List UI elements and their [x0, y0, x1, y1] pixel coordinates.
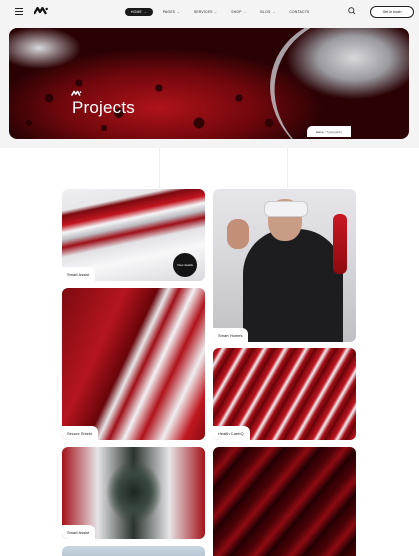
- project-card[interactable]: Secure Shield: [62, 288, 205, 440]
- breadcrumb: Home / Typography: [307, 126, 351, 137]
- project-image-person: [243, 229, 343, 342]
- get-in-touch-button[interactable]: Get in touch: [370, 6, 414, 18]
- project-card[interactable]: Smart Assist: [62, 447, 205, 539]
- view-details-button[interactable]: View details: [173, 253, 197, 277]
- project-title[interactable]: Health CareIQ: [213, 426, 250, 440]
- hero-logo-icon: [71, 90, 82, 96]
- project-card[interactable]: Health CareIQ: [213, 348, 356, 440]
- nav-blog[interactable]: BLOG ⌄: [256, 8, 279, 16]
- project-card[interactable]: Smart Homes: [213, 189, 356, 342]
- page-title: Projects: [72, 98, 136, 117]
- project-card[interactable]: [213, 447, 356, 556]
- breadcrumb-current: Typography: [326, 129, 343, 134]
- project-image-hand: [227, 219, 249, 249]
- nav-services[interactable]: SERVICES ⌄: [190, 8, 221, 16]
- logo-icon[interactable]: [34, 6, 48, 16]
- main-nav: HOME ⌄ PAGES ⌄ SERVICES ⌄ SHOP ⌄ BLOG ⌄ CONTA…: [125, 8, 313, 16]
- project-title[interactable]: Smart Assist: [62, 267, 96, 281]
- grid-guide: [159, 148, 160, 188]
- vr-controller: [333, 214, 347, 274]
- projects-page: HOME ⌄ PAGES ⌄ SERVICES ⌄ SHOP ⌄ BLOG ⌄ CONTA…: [0, 0, 419, 556]
- breadcrumb-separator: /: [324, 129, 326, 134]
- project-card[interactable]: [62, 546, 205, 556]
- nav-home[interactable]: HOME ⌄: [125, 8, 153, 16]
- vr-headset: [264, 201, 308, 217]
- nav-shop[interactable]: SHOP ⌄: [227, 8, 250, 16]
- project-title[interactable]: Smart Assist: [62, 525, 96, 539]
- breadcrumb-home[interactable]: Home: [316, 130, 324, 134]
- project-card[interactable]: View details Smart Assist: [62, 189, 205, 281]
- project-title[interactable]: Secure Shield: [62, 426, 98, 440]
- search-icon[interactable]: [347, 6, 357, 16]
- hero-banner: Projects: [9, 28, 409, 139]
- site-header: HOME ⌄ PAGES ⌄ SERVICES ⌄ SHOP ⌄ BLOG ⌄ CONTA…: [8, 2, 414, 22]
- menu-icon[interactable]: [15, 8, 23, 15]
- nav-pages[interactable]: PAGES ⌄: [159, 8, 184, 16]
- grid-guide: [287, 148, 288, 188]
- project-title[interactable]: Smart Homes: [213, 328, 249, 342]
- nav-contacts[interactable]: CONTACTS: [285, 8, 313, 16]
